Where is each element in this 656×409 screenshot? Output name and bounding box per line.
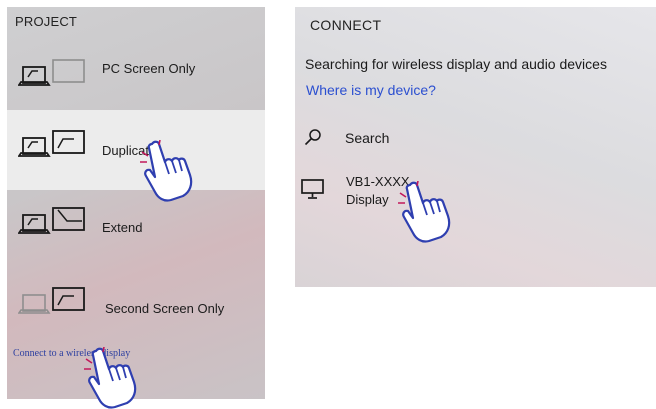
device-item[interactable]: VB1-XXXX Display	[300, 172, 500, 212]
search-icon	[304, 129, 321, 146]
search-status-text: Searching for wireless display and audio…	[305, 56, 607, 72]
option-label: Extend	[102, 220, 143, 235]
option-second-screen-only[interactable]: Second Screen Only	[7, 270, 265, 350]
connect-title: CONNECT	[310, 17, 382, 33]
device-type: Display	[346, 192, 389, 207]
option-label: Second Screen Only	[105, 301, 225, 316]
device-name: VB1-XXXX	[346, 174, 410, 189]
project-panel: PROJECT PC Screen Only Duplicate Extend …	[7, 7, 265, 399]
laptop-and-extend-screen-icon	[18, 207, 85, 234]
search-label: Search	[345, 130, 390, 146]
laptop-and-gray-screen-icon	[18, 59, 85, 86]
connect-wireless-display-link[interactable]: Connect to a wireless display	[13, 348, 130, 359]
connect-panel: CONNECT Searching for wireless display a…	[295, 7, 656, 287]
search-button[interactable]: Search	[301, 128, 501, 152]
laptop-and-duplicate-screen-icon	[18, 130, 85, 157]
option-duplicate[interactable]: Duplicate	[7, 110, 265, 190]
option-label: Duplicate	[102, 143, 157, 158]
option-pc-screen-only[interactable]: PC Screen Only	[7, 35, 265, 115]
gray-laptop-and-screen-icon	[18, 287, 85, 314]
project-title: PROJECT	[15, 14, 78, 29]
option-extend[interactable]: Extend	[7, 190, 265, 270]
monitor-icon	[301, 179, 324, 199]
option-label: PC Screen Only	[102, 61, 196, 76]
where-is-my-device-link[interactable]: Where is my device?	[306, 82, 436, 98]
